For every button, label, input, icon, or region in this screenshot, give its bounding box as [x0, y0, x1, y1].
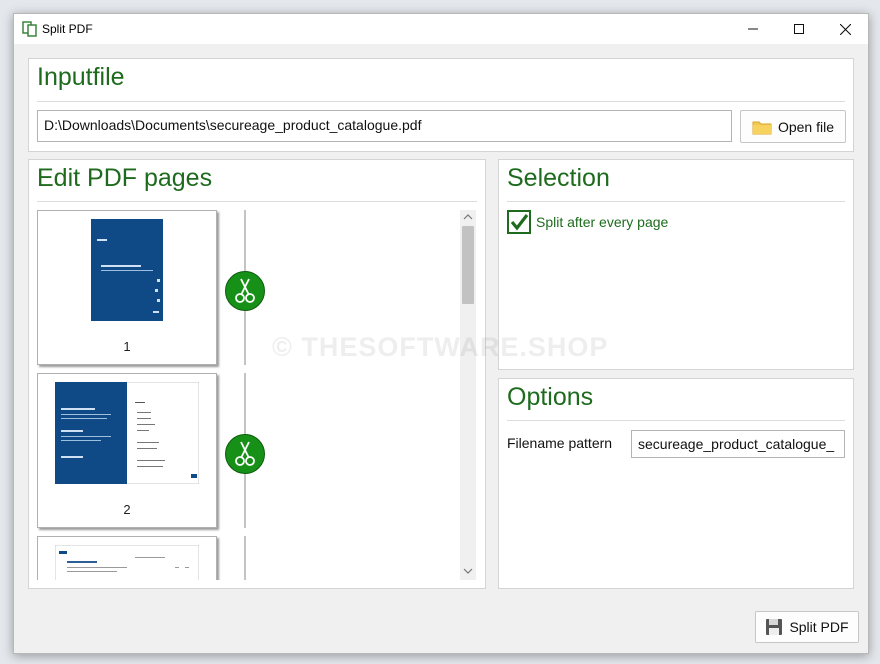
- heading-divider: [37, 201, 477, 202]
- page-3-preview: [55, 545, 199, 580]
- page-list: 1 2: [29, 210, 459, 580]
- close-button[interactable]: [822, 14, 868, 44]
- window-title: Split PDF: [42, 22, 93, 36]
- folder-icon: [752, 121, 772, 134]
- split-pdf-label: Split PDF: [789, 619, 849, 635]
- page-number: 1: [123, 339, 131, 354]
- inputfile-panel: Inputfile D:\Downloads\Documents\securea…: [28, 58, 854, 152]
- split-marker-2[interactable]: [225, 434, 265, 474]
- maximize-icon: [794, 24, 804, 34]
- heading-divider: [507, 201, 845, 202]
- open-file-button[interactable]: Open file: [740, 110, 846, 143]
- page-1-preview: [91, 219, 163, 321]
- edit-pages-heading: Edit PDF pages: [37, 164, 213, 192]
- page-number: 2: [123, 502, 131, 517]
- close-icon: [839, 23, 851, 35]
- checkmark-icon: [507, 210, 531, 234]
- selection-heading: Selection: [507, 164, 610, 192]
- footer-bar: [14, 601, 868, 653]
- scroll-down-icon[interactable]: [463, 568, 473, 575]
- page-thumbnail-2[interactable]: 2: [37, 373, 217, 528]
- title-bar: Split PDF: [14, 14, 868, 44]
- split-every-page-checkbox[interactable]: Split after every page: [507, 210, 668, 234]
- scissors-icon: [235, 278, 255, 303]
- split-line: [244, 536, 246, 580]
- page-thumbnail-3[interactable]: [37, 536, 217, 580]
- split-pdf-app-icon: [22, 21, 37, 37]
- page-thumbnail-1[interactable]: 1: [37, 210, 217, 365]
- options-heading: Options: [507, 383, 594, 411]
- page-2-preview: [55, 382, 199, 484]
- maximize-button[interactable]: [776, 14, 822, 44]
- input-file-path-field[interactable]: D:\Downloads\Documents\secureage_product…: [37, 110, 732, 142]
- heading-divider: [507, 420, 845, 421]
- options-panel: Options Filename pattern secureage_produ…: [498, 378, 854, 589]
- watermark: © THESOFTWARE.SHOP: [272, 332, 609, 362]
- scissors-icon: [235, 441, 255, 466]
- split-every-page-label: Split after every page: [536, 214, 669, 230]
- split-pdf-button[interactable]: Split PDF: [755, 611, 859, 643]
- split-marker-1[interactable]: [225, 271, 265, 311]
- scroll-up-icon[interactable]: [463, 213, 473, 220]
- minimize-button[interactable]: [730, 14, 776, 44]
- page-list-scrollbar[interactable]: [460, 210, 476, 580]
- filename-pattern-label: Filename pattern: [507, 435, 613, 451]
- minimize-icon: [748, 28, 758, 30]
- heading-divider: [37, 101, 845, 102]
- split-pdf-window: Split PDF Inputfile D:\Downloads\Documen…: [13, 13, 869, 654]
- filename-pattern-input[interactable]: secureage_product_catalogue_: [631, 430, 845, 458]
- edit-pages-panel: Edit PDF pages 1 2: [28, 159, 486, 589]
- open-file-label: Open file: [777, 118, 835, 135]
- save-icon: [766, 619, 783, 635]
- inputfile-heading: Inputfile: [37, 63, 125, 91]
- scrollbar-thumb[interactable]: [462, 226, 474, 304]
